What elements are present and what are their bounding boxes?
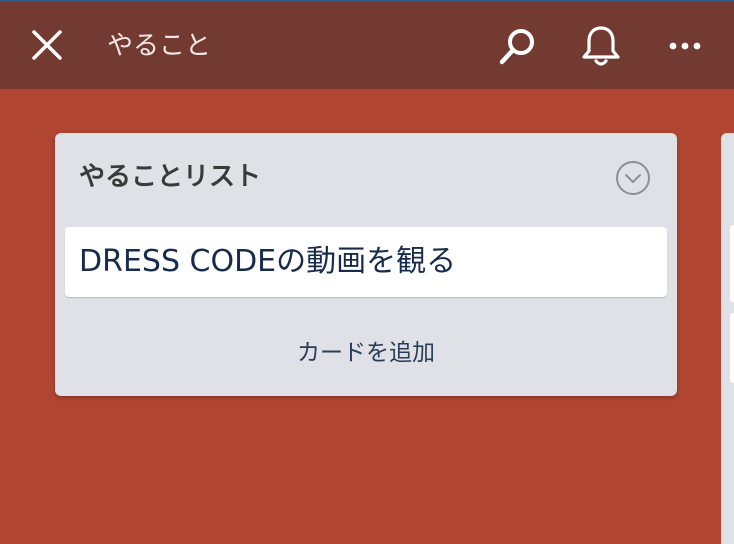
card-title: DRESS CODEの動画を観る (79, 244, 457, 279)
chevron-down-circle-icon (616, 161, 650, 195)
bell-icon (582, 26, 620, 66)
search-button[interactable] (492, 22, 542, 72)
peek-card (730, 225, 734, 302)
next-list-peek[interactable] (721, 133, 734, 544)
list: やることリスト DRESS CODEの動画を観る カードを追加 (55, 133, 677, 396)
list-title: やることリスト (79, 162, 262, 192)
close-button[interactable] (22, 22, 72, 68)
search-icon (499, 29, 534, 65)
more-icon (669, 42, 701, 50)
list-menu-button[interactable] (614, 159, 652, 197)
board-header: やること (0, 0, 734, 89)
notifications-button[interactable] (575, 20, 627, 72)
more-button[interactable] (662, 26, 708, 66)
close-icon (32, 30, 62, 60)
board-title: やること (107, 31, 212, 61)
add-card-button[interactable]: カードを追加 (55, 333, 677, 373)
peek-card (730, 313, 734, 383)
card[interactable]: DRESS CODEの動画を観る (65, 227, 667, 297)
